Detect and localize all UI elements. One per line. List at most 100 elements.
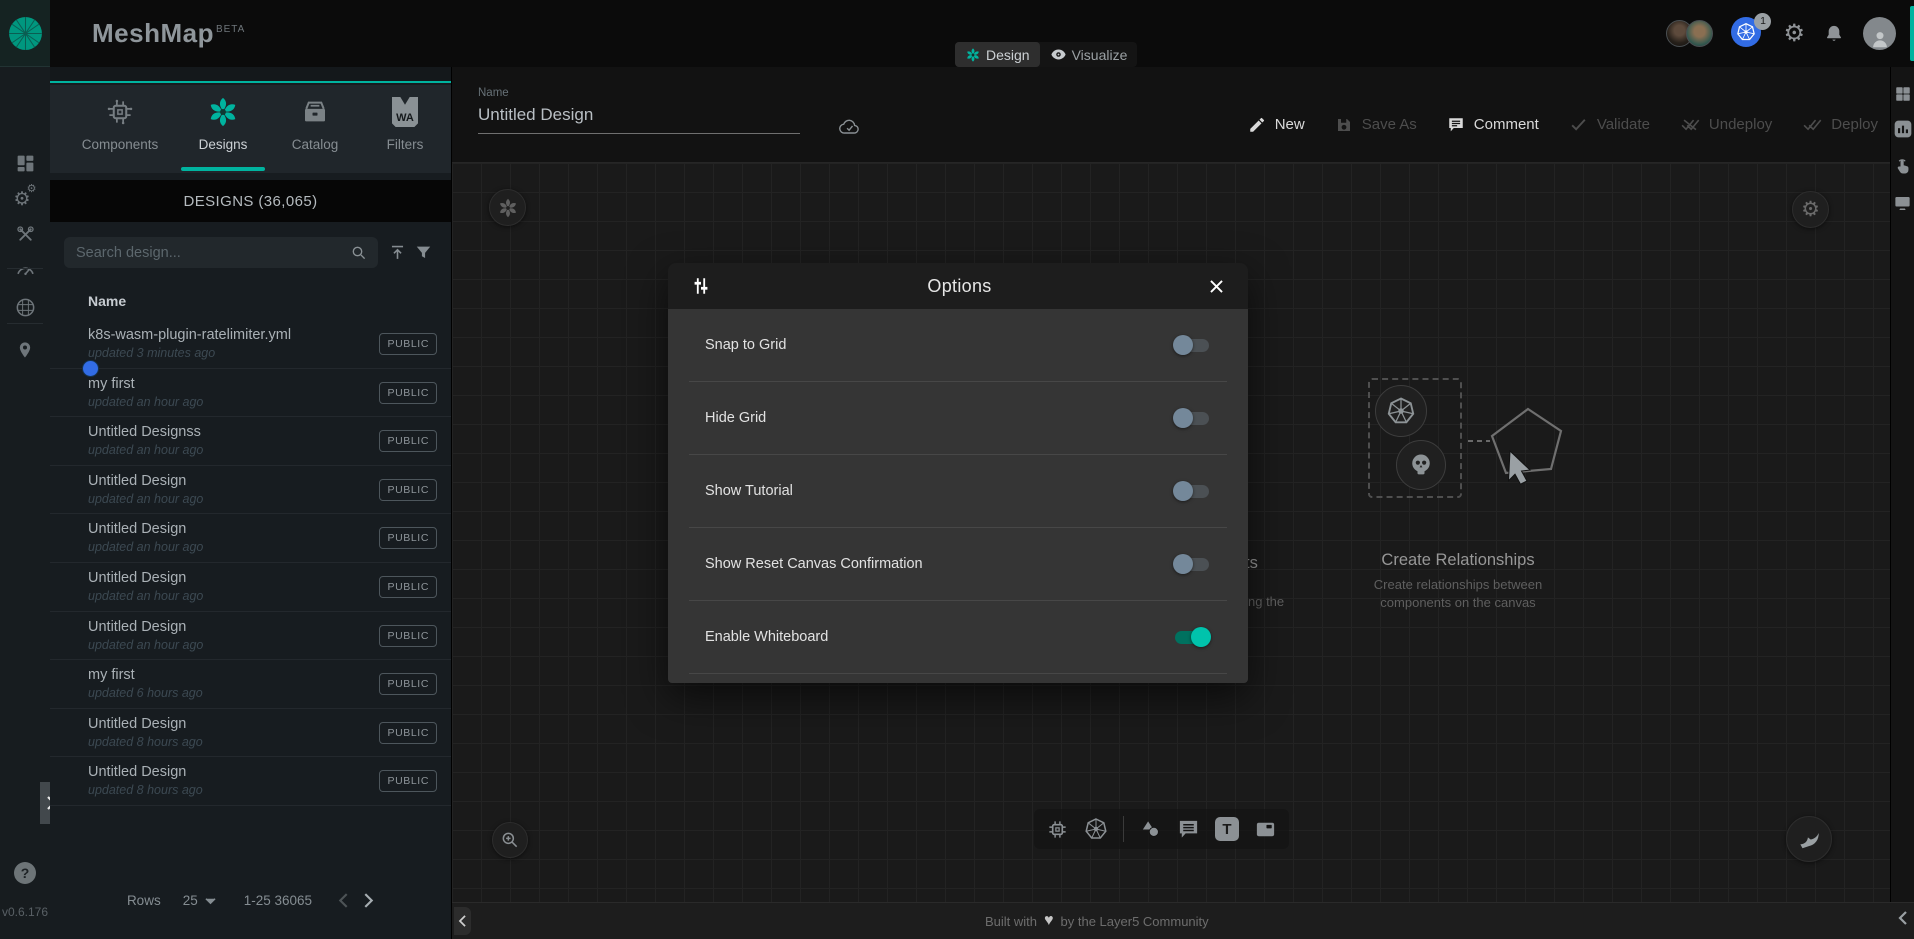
footer-collapse-tab[interactable] (454, 907, 471, 935)
design-row[interactable]: Untitled Designss updated an hour ago PU… (50, 417, 451, 466)
zoom-in-button[interactable] (492, 822, 528, 858)
configuration-tools-icon[interactable] (0, 224, 50, 245)
visibility-badge[interactable]: PUBLIC (379, 673, 437, 695)
eye-icon (1050, 46, 1067, 63)
media-tool-icon[interactable] (1254, 818, 1277, 841)
right-dock (1890, 67, 1914, 902)
close-icon[interactable] (1207, 277, 1226, 296)
user-avatar[interactable] (1863, 17, 1896, 50)
rows-label: Rows (127, 893, 161, 908)
text-tool-icon[interactable]: T (1215, 817, 1239, 841)
visibility-badge[interactable]: PUBLIC (379, 479, 437, 501)
notifications-bell-icon[interactable] (1823, 23, 1845, 45)
right-drawer-edge[interactable] (1910, 6, 1914, 61)
visibility-badge[interactable]: PUBLIC (379, 770, 437, 792)
visibility-badge[interactable]: PUBLIC (379, 333, 437, 355)
footer-chevron-right-edge[interactable] (1898, 911, 1908, 925)
bar-chart-icon[interactable] (1893, 119, 1913, 139)
collaborator-avatars[interactable] (1666, 20, 1713, 47)
relationship-illustration (1466, 403, 1576, 498)
shapes-icon[interactable] (1139, 818, 1162, 841)
save-as-button[interactable]: Save As (1335, 116, 1417, 134)
visibility-badge[interactable]: PUBLIC (379, 382, 437, 404)
search-input[interactable] (64, 245, 350, 261)
monitor-icon[interactable] (1893, 193, 1912, 212)
tab-filters[interactable]: WA Filters (357, 95, 453, 152)
page-size-select[interactable]: 25 (183, 893, 216, 908)
design-row[interactable]: k8s-wasm-plugin-ratelimiter.yml updated … (50, 320, 451, 369)
show-tutorial-toggle[interactable] (1173, 481, 1211, 501)
hidden-hint-desc-fragment: ng the (1248, 594, 1284, 609)
design-row[interactable]: Untitled Design updated 8 hours ago PUBL… (50, 709, 451, 758)
layer5-logo[interactable] (0, 0, 50, 67)
visualize-mode-tab[interactable]: Visualize (1040, 42, 1138, 67)
design-row[interactable]: Untitled Design updated 8 hours ago PUBL… (50, 757, 451, 806)
gear-icon: ⚙ (1801, 197, 1820, 222)
canvas-modes-button[interactable] (489, 189, 526, 226)
app-footer: Built with ♥ by the Layer5 Community (452, 902, 1914, 939)
crossed-double-check-icon (1680, 115, 1700, 134)
page-range: 1-25 36065 (244, 893, 312, 908)
design-row[interactable]: Untitled Design updated an hour ago PUBL… (50, 563, 451, 612)
dashboard-grid-icon[interactable] (1894, 85, 1912, 103)
modal-title: Options (712, 276, 1207, 297)
components-chip-icon[interactable] (1046, 818, 1069, 841)
kubernetes-icon[interactable] (1084, 817, 1108, 841)
pagination: Rows 25 1-25 36065 (50, 893, 451, 908)
design-row[interactable]: Untitled Design updated an hour ago PUBL… (50, 612, 451, 661)
comment-tool-icon[interactable] (1177, 818, 1200, 841)
search-icon[interactable] (350, 244, 368, 262)
mesh-icon[interactable] (0, 296, 50, 319)
beta-badge: BETA (216, 24, 245, 35)
undeploy-button[interactable]: Undeploy (1680, 115, 1772, 134)
bird-button[interactable] (1786, 816, 1832, 862)
design-row[interactable]: Untitled Design updated an hour ago PUBL… (50, 466, 451, 515)
check-icon (1569, 115, 1588, 134)
performance-gauge-icon[interactable] (0, 259, 50, 280)
validate-button[interactable]: Validate (1569, 115, 1650, 134)
design-mode-tab[interactable]: Design (955, 42, 1040, 67)
comment-button[interactable]: Comment (1447, 116, 1539, 134)
tab-designs[interactable]: Designs (175, 95, 271, 152)
filter-funnel-icon[interactable] (414, 243, 433, 262)
design-row[interactable]: Untitled Design updated an hour ago PUBL… (50, 514, 451, 563)
canvas-settings-button[interactable]: ⚙ (1792, 191, 1829, 228)
designs-panel: Components Designs Catalog WA Filters DE… (50, 67, 452, 939)
kubernetes-context[interactable]: 1 (1731, 17, 1765, 51)
dashboard-icon[interactable] (0, 153, 50, 174)
hide-grid-toggle[interactable] (1173, 408, 1211, 428)
collaborator-avatar[interactable] (1686, 20, 1713, 47)
location-pin-icon[interactable] (0, 339, 50, 361)
reset-confirmation-toggle[interactable] (1173, 554, 1211, 574)
visibility-badge[interactable]: PUBLIC (379, 576, 437, 598)
design-row[interactable]: my first updated 6 hours ago PUBLIC (50, 660, 451, 709)
panel-top-strip (50, 67, 451, 83)
components-chip-icon (105, 95, 135, 129)
help-button[interactable]: ? (14, 862, 36, 884)
settings-gear-icon[interactable]: ⚙ (1783, 19, 1805, 48)
deploy-button[interactable]: Deploy (1802, 115, 1878, 134)
component-drop-zone (1368, 378, 1462, 498)
design-row[interactable]: my first updated an hour ago PUBLIC (50, 369, 451, 418)
kubernetes-node[interactable] (1375, 385, 1427, 437)
visibility-badge[interactable]: PUBLIC (379, 722, 437, 744)
prev-page-button[interactable] (338, 893, 349, 908)
snap-to-grid-toggle[interactable] (1173, 335, 1211, 355)
upload-design-icon[interactable] (388, 243, 407, 262)
design-name-input[interactable] (478, 103, 800, 134)
touch-icon[interactable] (1893, 155, 1912, 177)
visibility-badge[interactable]: PUBLIC (379, 430, 437, 452)
visibility-badge[interactable]: PUBLIC (379, 625, 437, 647)
enable-whiteboard-toggle[interactable] (1173, 627, 1211, 647)
canvas-toolbar: New Save As Comment Validate Undeploy De… (1248, 115, 1878, 134)
lifecycle-gears-icon[interactable]: ⚙⚙ (0, 188, 50, 211)
version-label: v0.6.176 (0, 905, 50, 919)
next-page-button[interactable] (363, 893, 374, 908)
skull-node[interactable] (1396, 440, 1446, 490)
visibility-badge[interactable]: PUBLIC (379, 527, 437, 549)
new-button[interactable]: New (1248, 116, 1305, 134)
design-search[interactable] (64, 237, 378, 268)
tab-catalog[interactable]: Catalog (267, 95, 363, 152)
rail-divider (7, 268, 43, 269)
tab-components[interactable]: Components (72, 95, 168, 152)
